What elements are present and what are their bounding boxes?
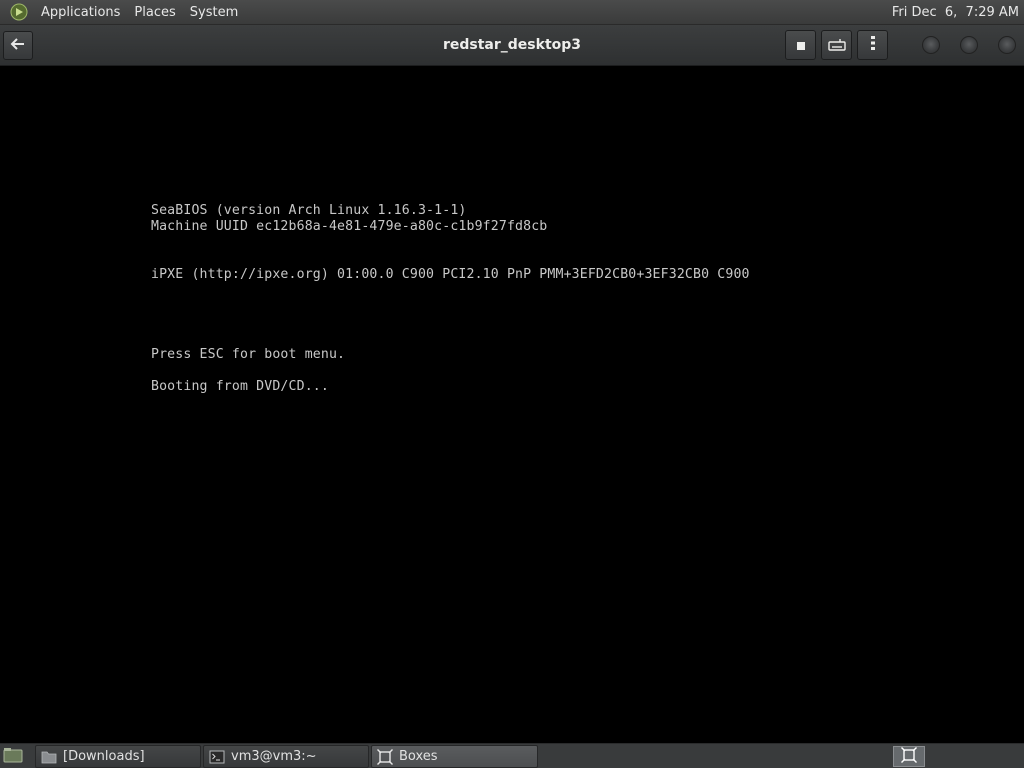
bios-version-line: SeaBIOS (version Arch Linux 1.16.3-1-1) bbox=[151, 203, 467, 218]
taskbar-item-terminal[interactable]: vm3@vm3:~ bbox=[203, 745, 369, 768]
machine-uuid-line: Machine UUID ec12b68a-4e81-479e-a80c-c1b… bbox=[151, 219, 548, 234]
keyboard-button[interactable] bbox=[821, 30, 852, 60]
taskbar-item-label: [Downloads] bbox=[63, 749, 145, 764]
applications-menu[interactable]: Applications bbox=[34, 0, 127, 25]
workspace-switcher[interactable] bbox=[893, 746, 925, 767]
taskbar-item-label: vm3@vm3:~ bbox=[231, 749, 317, 764]
taskbar-item-label: Boxes bbox=[399, 749, 438, 764]
header-bar: redstar_desktop3 bbox=[0, 25, 1024, 66]
top-panel: Applications Places System Fri Dec 6, 7:… bbox=[0, 0, 1024, 25]
folder-icon bbox=[41, 749, 57, 765]
workspace-boxes-icon bbox=[901, 746, 917, 767]
back-button[interactable] bbox=[3, 31, 33, 60]
show-desktop-icon bbox=[3, 747, 23, 767]
boot-menu-hint-line: Press ESC for boot menu. bbox=[151, 347, 346, 362]
taskbar: [Downloads] vm3@vm3:~ Boxes bbox=[0, 743, 1024, 768]
minimize-button[interactable] bbox=[922, 36, 940, 54]
vertical-ellipsis-icon bbox=[870, 35, 876, 55]
keyboard-icon bbox=[827, 36, 846, 55]
vm-console[interactable]: SeaBIOS (version Arch Linux 1.16.3-1-1) … bbox=[0, 66, 1024, 743]
stop-button[interactable] bbox=[785, 30, 816, 60]
menu-button[interactable] bbox=[857, 30, 888, 60]
clock[interactable]: Fri Dec 6, 7:29 AM bbox=[892, 0, 1019, 25]
maximize-button[interactable] bbox=[960, 36, 978, 54]
ipxe-line: iPXE (http://ipxe.org) 01:00.0 C900 PCI2… bbox=[151, 267, 750, 282]
terminal-icon bbox=[209, 749, 225, 765]
places-menu[interactable]: Places bbox=[127, 0, 182, 25]
boxes-icon bbox=[377, 748, 393, 765]
booting-line: Booting from DVD/CD... bbox=[151, 379, 329, 394]
taskbar-item-boxes[interactable]: Boxes bbox=[371, 745, 538, 768]
show-desktop-button[interactable] bbox=[2, 747, 24, 767]
stop-icon bbox=[796, 36, 806, 55]
system-menu[interactable]: System bbox=[183, 0, 245, 25]
close-button[interactable] bbox=[998, 36, 1016, 54]
taskbar-item-downloads[interactable]: [Downloads] bbox=[35, 745, 201, 768]
back-arrow-icon bbox=[10, 36, 26, 55]
applications-menu-logo-icon[interactable] bbox=[9, 2, 29, 22]
